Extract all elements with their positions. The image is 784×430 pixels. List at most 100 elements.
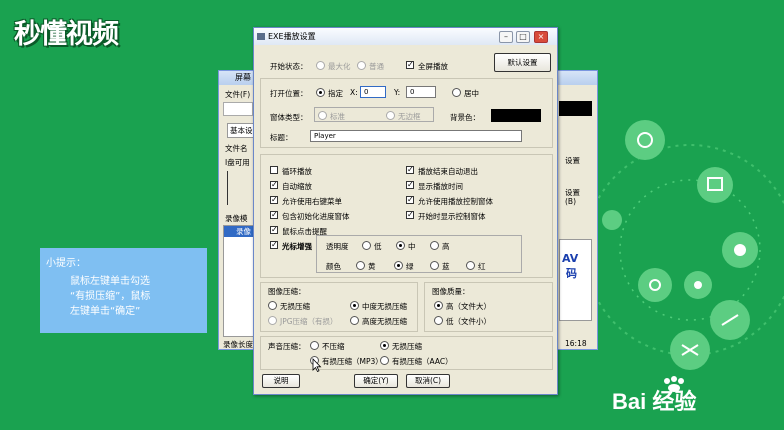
fullscreen-checkbox[interactable]: ✓: [406, 61, 414, 69]
opacity-high-label: 高: [442, 242, 450, 251]
center-position-label: 居中: [464, 89, 479, 98]
tip-body: 鼠标左键单击勾选 “有损压缩”，鼠标 左键单击“确定”: [70, 276, 151, 317]
show-control-on-start-checkbox[interactable]: ✓: [406, 211, 414, 219]
opacity-low-radio[interactable]: [362, 241, 371, 250]
background-toolbar: [223, 102, 253, 116]
background-file-label: 文件名: [225, 144, 248, 153]
background-preview-text: AV: [562, 252, 579, 265]
right-menu-checkbox[interactable]: ✓: [270, 196, 278, 204]
opacity-low-label: 低: [374, 242, 382, 251]
audio-mp3-label: 有损压缩（MP3）: [322, 357, 383, 366]
color-green-radio[interactable]: [394, 261, 403, 270]
cursor-enhance-checkbox[interactable]: ✓: [270, 241, 278, 249]
audio-aac-label: 有损压缩（AAC）: [392, 357, 453, 366]
close-icon[interactable]: ×: [534, 31, 548, 43]
color-yellow-label: 黄: [368, 262, 376, 271]
start-normal-label: 普通: [369, 62, 384, 71]
background-drive-label: I盘可用: [225, 158, 250, 167]
opacity-label: 透明度: [326, 242, 349, 251]
opacity-high-radio[interactable]: [430, 241, 439, 250]
background-checklist: [227, 171, 234, 205]
audio-lossless-label: 无损压缩: [392, 342, 422, 351]
jpg-compress-label: JPG压缩（有损）: [280, 317, 338, 326]
image-compress-label: 图像压缩：: [268, 287, 306, 296]
background-preview: AV 码: [559, 239, 592, 321]
background-right-text-1[interactable]: 设置: [565, 155, 580, 166]
caption-input[interactable]: Player: [310, 130, 522, 142]
y-label: Y:: [394, 88, 401, 97]
audio-none-radio[interactable]: [310, 341, 319, 350]
start-maximize-label: 最大化: [328, 62, 351, 71]
start-maximize-radio[interactable]: [316, 61, 325, 70]
auto-scale-checkbox[interactable]: ✓: [270, 181, 278, 189]
opacity-mid-label: 中: [408, 242, 416, 251]
background-tab[interactable]: 基本设: [227, 123, 256, 138]
color-green-label: 绿: [406, 262, 414, 271]
medium-lossless-radio[interactable]: [350, 301, 359, 310]
quality-high-radio[interactable]: [434, 301, 443, 310]
lossless-compress-radio[interactable]: [268, 301, 277, 310]
background-clock: 16:18: [565, 339, 587, 348]
background-list[interactable]: 录像: [223, 225, 255, 337]
color-blue-label: 蓝: [442, 262, 450, 271]
open-position-label: 打开位置：: [270, 89, 308, 98]
caption-label: 标题：: [270, 133, 293, 142]
color-red-label: 红: [478, 262, 486, 271]
high-lossless-radio[interactable]: [350, 316, 359, 325]
start-state-label: 开始状态：: [270, 62, 308, 71]
tip-box: 小提示： 鼠标左键单击勾选 “有损压缩”，鼠标 左键单击“确定”: [40, 248, 207, 333]
color-label: 颜色: [326, 262, 341, 271]
x-input[interactable]: 0: [360, 86, 386, 98]
window-borderless-radio[interactable]: [386, 111, 395, 120]
audio-aac-radio[interactable]: [380, 356, 389, 365]
tip-title: 小提示：: [46, 258, 86, 269]
click-reminder-checkbox[interactable]: ✓: [270, 226, 278, 234]
quality-low-radio[interactable]: [434, 316, 443, 325]
minimize-icon[interactable]: –: [499, 31, 513, 43]
default-settings-button[interactable]: 默认设置: [494, 53, 551, 72]
center-position-radio[interactable]: [452, 88, 461, 97]
loop-play-checkbox[interactable]: [270, 166, 278, 174]
background-color-label: 背景色：: [450, 113, 480, 122]
specified-position-radio[interactable]: [316, 88, 325, 97]
jpg-compress-radio[interactable]: [268, 316, 277, 325]
background-menu-file[interactable]: 文件(F): [225, 89, 250, 100]
window-standard-radio[interactable]: [318, 111, 327, 120]
background-list-item[interactable]: 录像: [224, 226, 254, 237]
background-color-swatch[interactable]: [491, 109, 541, 122]
auto-exit-label: 播放结束自动退出: [418, 167, 478, 176]
brand-logo: 秒懂视频: [14, 19, 119, 50]
app-icon: [257, 33, 265, 40]
loop-play-label: 循环播放: [282, 167, 312, 176]
progress-window-checkbox[interactable]: ✓: [270, 211, 278, 219]
decorative-icons-graphic: [590, 120, 784, 370]
auto-scale-label: 自动缩放: [282, 182, 312, 191]
auto-exit-checkbox[interactable]: ✓: [406, 166, 414, 174]
image-quality-label: 图像质量：: [432, 287, 470, 296]
y-input[interactable]: 0: [406, 86, 436, 98]
maximize-icon[interactable]: □: [516, 31, 530, 43]
dialog-title: EXE播放设置: [268, 32, 316, 41]
ok-button[interactable]: 确定(Y): [354, 374, 398, 388]
lossless-compress-label: 无损压缩: [280, 302, 310, 311]
background-list-header: 录像模: [225, 214, 248, 223]
high-lossless-label: 高度无损压缩: [362, 317, 407, 326]
help-button[interactable]: 说明: [262, 374, 300, 388]
color-blue-radio[interactable]: [430, 261, 439, 270]
start-normal-radio[interactable]: [357, 61, 366, 70]
quality-low-label: 低（文件小）: [446, 317, 491, 326]
audio-lossless-radio[interactable]: [380, 341, 389, 350]
opacity-mid-radio[interactable]: [396, 241, 405, 250]
show-control-on-start-label: 开始时显示控制窗体: [418, 212, 486, 221]
background-preview-text-2: 码: [566, 267, 577, 280]
show-play-time-checkbox[interactable]: ✓: [406, 181, 414, 189]
show-play-time-label: 显示播放时间: [418, 182, 463, 191]
quality-high-label: 高（文件大）: [446, 302, 491, 311]
color-red-radio[interactable]: [466, 261, 475, 270]
control-window-checkbox[interactable]: ✓: [406, 196, 414, 204]
window-borderless-label: 无边框: [398, 112, 421, 121]
background-right-text-3: (B): [565, 197, 576, 206]
dialog-title-bar: EXE播放设置 – □ ×: [254, 28, 557, 45]
cancel-button[interactable]: 取消(C): [406, 374, 450, 388]
color-yellow-radio[interactable]: [356, 261, 365, 270]
